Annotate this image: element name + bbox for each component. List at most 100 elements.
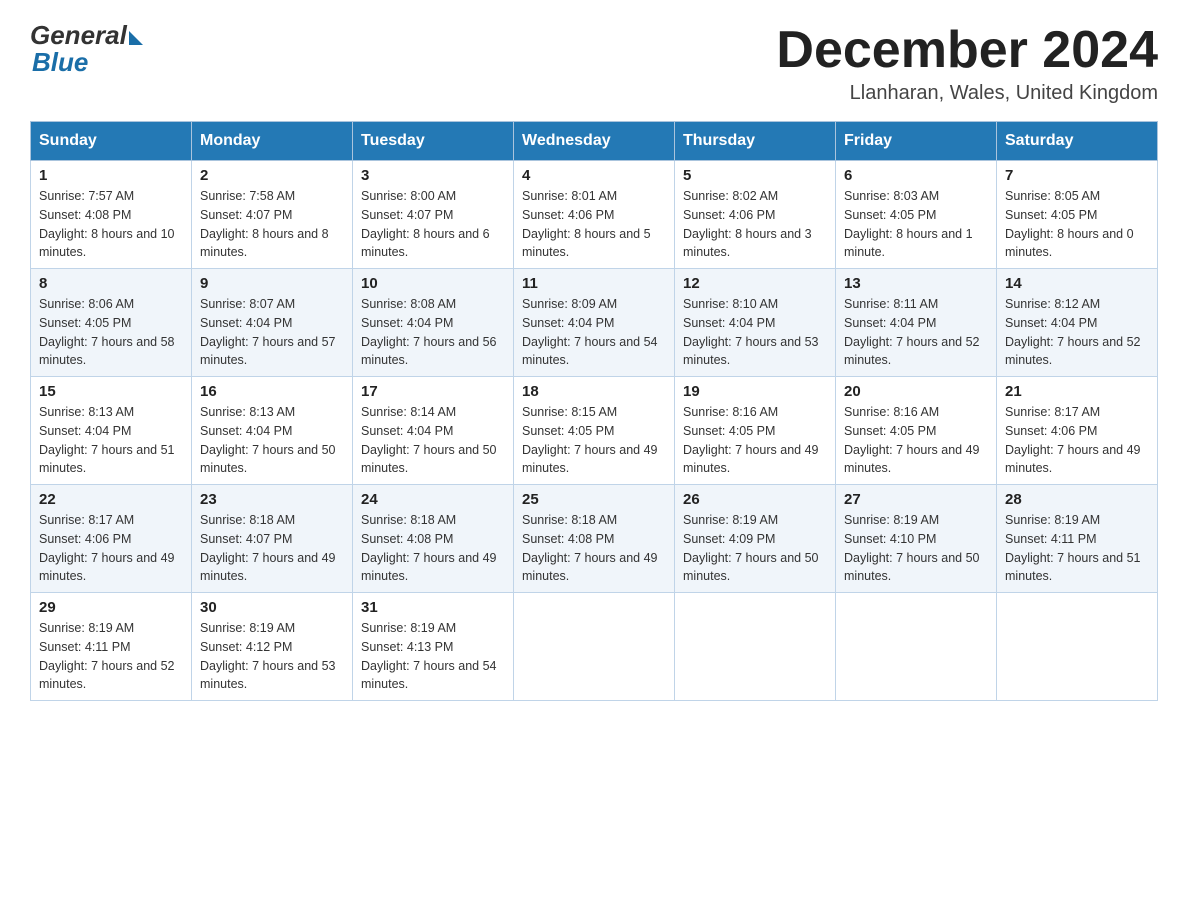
day-sun-info: Sunrise: 8:01 AMSunset: 4:06 PMDaylight:… (522, 187, 666, 262)
day-sun-info: Sunrise: 8:06 AMSunset: 4:05 PMDaylight:… (39, 295, 183, 370)
day-sun-info: Sunrise: 8:12 AMSunset: 4:04 PMDaylight:… (1005, 295, 1149, 370)
day-number: 11 (522, 275, 666, 292)
day-number: 26 (683, 491, 827, 508)
day-number: 27 (844, 491, 988, 508)
day-sun-info: Sunrise: 8:13 AMSunset: 4:04 PMDaylight:… (39, 403, 183, 478)
page-header: General Blue December 2024 Llanharan, Wa… (30, 20, 1158, 105)
day-sun-info: Sunrise: 8:17 AMSunset: 4:06 PMDaylight:… (39, 511, 183, 586)
calendar-cell: 23Sunrise: 8:18 AMSunset: 4:07 PMDayligh… (192, 485, 353, 593)
calendar-week-row: 1 Sunrise: 7:57 AMSunset: 4:08 PMDaylight… (31, 161, 1158, 269)
day-number: 4 (522, 167, 666, 184)
calendar-cell: 9 Sunrise: 8:07 AMSunset: 4:04 PMDaylight… (192, 269, 353, 377)
day-number: 14 (1005, 275, 1149, 292)
calendar-cell: 1 Sunrise: 7:57 AMSunset: 4:08 PMDaylight… (31, 161, 192, 269)
day-sun-info: Sunrise: 8:18 AMSunset: 4:08 PMDaylight:… (522, 511, 666, 586)
day-sun-info: Sunrise: 8:15 AMSunset: 4:05 PMDaylight:… (522, 403, 666, 478)
day-number: 6 (844, 167, 988, 184)
day-sun-info: Sunrise: 8:00 AMSunset: 4:07 PMDaylight:… (361, 187, 505, 262)
day-sun-info: Sunrise: 8:16 AMSunset: 4:05 PMDaylight:… (844, 403, 988, 478)
day-number: 2 (200, 167, 344, 184)
calendar-cell: 26 Sunrise: 8:19 AMSunset: 4:09 PMDayligh… (675, 485, 836, 593)
calendar-cell: 19 Sunrise: 8:16 AMSunset: 4:05 PMDayligh… (675, 377, 836, 485)
day-number: 22 (39, 491, 183, 508)
day-sun-info: Sunrise: 8:19 AMSunset: 4:13 PMDaylight:… (361, 619, 505, 694)
calendar-cell: 21Sunrise: 8:17 AMSunset: 4:06 PMDayligh… (997, 377, 1158, 485)
day-sun-info: Sunrise: 8:07 AMSunset: 4:04 PMDaylight:… (200, 295, 344, 370)
calendar-week-row: 15 Sunrise: 8:13 AMSunset: 4:04 PMDayligh… (31, 377, 1158, 485)
day-number: 30 (200, 599, 344, 616)
day-number: 16 (200, 383, 344, 400)
day-number: 15 (39, 383, 183, 400)
day-sun-info: Sunrise: 8:03 AMSunset: 4:05 PMDaylight:… (844, 187, 988, 262)
calendar-cell: 30 Sunrise: 8:19 AMSunset: 4:12 PMDayligh… (192, 593, 353, 701)
day-sun-info: Sunrise: 8:13 AMSunset: 4:04 PMDaylight:… (200, 403, 344, 478)
calendar-cell: 29 Sunrise: 8:19 AMSunset: 4:11 PMDayligh… (31, 593, 192, 701)
day-header-monday: Monday (192, 122, 353, 161)
calendar-cell: 25 Sunrise: 8:18 AMSunset: 4:08 PMDayligh… (514, 485, 675, 593)
calendar-cell: 24Sunrise: 8:18 AMSunset: 4:08 PMDayligh… (353, 485, 514, 593)
calendar-cell: 18 Sunrise: 8:15 AMSunset: 4:05 PMDayligh… (514, 377, 675, 485)
day-sun-info: Sunrise: 8:18 AMSunset: 4:07 PMDaylight:… (200, 511, 344, 586)
calendar-cell: 3Sunrise: 8:00 AMSunset: 4:07 PMDaylight… (353, 161, 514, 269)
day-header-thursday: Thursday (675, 122, 836, 161)
day-sun-info: Sunrise: 8:19 AMSunset: 4:09 PMDaylight:… (683, 511, 827, 586)
calendar-cell: 6 Sunrise: 8:03 AMSunset: 4:05 PMDaylight… (836, 161, 997, 269)
day-sun-info: Sunrise: 8:02 AMSunset: 4:06 PMDaylight:… (683, 187, 827, 262)
day-sun-info: Sunrise: 8:08 AMSunset: 4:04 PMDaylight:… (361, 295, 505, 370)
location-text: Llanharan, Wales, United Kingdom (776, 82, 1158, 105)
day-number: 25 (522, 491, 666, 508)
day-sun-info: Sunrise: 8:19 AMSunset: 4:12 PMDaylight:… (200, 619, 344, 694)
day-sun-info: Sunrise: 8:11 AMSunset: 4:04 PMDaylight:… (844, 295, 988, 370)
day-number: 29 (39, 599, 183, 616)
day-sun-info: Sunrise: 8:19 AMSunset: 4:11 PMDaylight:… (39, 619, 183, 694)
day-header-friday: Friday (836, 122, 997, 161)
day-sun-info: Sunrise: 8:10 AMSunset: 4:04 PMDaylight:… (683, 295, 827, 370)
calendar-cell: 17Sunrise: 8:14 AMSunset: 4:04 PMDayligh… (353, 377, 514, 485)
calendar-cell: 8 Sunrise: 8:06 AMSunset: 4:05 PMDaylight… (31, 269, 192, 377)
day-number: 9 (200, 275, 344, 292)
logo: General Blue (30, 20, 143, 78)
calendar-cell: 13 Sunrise: 8:11 AMSunset: 4:04 PMDayligh… (836, 269, 997, 377)
calendar-cell: 11Sunrise: 8:09 AMSunset: 4:04 PMDayligh… (514, 269, 675, 377)
month-title: December 2024 (776, 20, 1158, 80)
day-sun-info: Sunrise: 8:17 AMSunset: 4:06 PMDaylight:… (1005, 403, 1149, 478)
calendar-cell: 12 Sunrise: 8:10 AMSunset: 4:04 PMDayligh… (675, 269, 836, 377)
day-header-sunday: Sunday (31, 122, 192, 161)
day-sun-info: Sunrise: 8:16 AMSunset: 4:05 PMDaylight:… (683, 403, 827, 478)
day-number: 8 (39, 275, 183, 292)
calendar-cell: 22 Sunrise: 8:17 AMSunset: 4:06 PMDayligh… (31, 485, 192, 593)
day-number: 5 (683, 167, 827, 184)
calendar-cell: 10Sunrise: 8:08 AMSunset: 4:04 PMDayligh… (353, 269, 514, 377)
calendar-cell: 27Sunrise: 8:19 AMSunset: 4:10 PMDayligh… (836, 485, 997, 593)
day-number: 31 (361, 599, 505, 616)
day-sun-info: Sunrise: 7:58 AMSunset: 4:07 PMDaylight:… (200, 187, 344, 262)
day-number: 19 (683, 383, 827, 400)
day-number: 12 (683, 275, 827, 292)
logo-triangle-icon (129, 31, 143, 45)
day-number: 7 (1005, 167, 1149, 184)
day-number: 18 (522, 383, 666, 400)
calendar-week-row: 29 Sunrise: 8:19 AMSunset: 4:11 PMDayligh… (31, 593, 1158, 701)
calendar-week-row: 22 Sunrise: 8:17 AMSunset: 4:06 PMDayligh… (31, 485, 1158, 593)
day-header-saturday: Saturday (997, 122, 1158, 161)
calendar-header-row: SundayMondayTuesdayWednesdayThursdayFrid… (31, 122, 1158, 161)
calendar-cell (836, 593, 997, 701)
calendar-week-row: 8 Sunrise: 8:06 AMSunset: 4:05 PMDaylight… (31, 269, 1158, 377)
day-number: 13 (844, 275, 988, 292)
day-sun-info: Sunrise: 7:57 AMSunset: 4:08 PMDaylight:… (39, 187, 183, 262)
calendar-cell: 20Sunrise: 8:16 AMSunset: 4:05 PMDayligh… (836, 377, 997, 485)
day-number: 1 (39, 167, 183, 184)
day-number: 24 (361, 491, 505, 508)
calendar-cell (514, 593, 675, 701)
calendar-cell: 28Sunrise: 8:19 AMSunset: 4:11 PMDayligh… (997, 485, 1158, 593)
day-sun-info: Sunrise: 8:14 AMSunset: 4:04 PMDaylight:… (361, 403, 505, 478)
calendar-cell: 2 Sunrise: 7:58 AMSunset: 4:07 PMDaylight… (192, 161, 353, 269)
day-sun-info: Sunrise: 8:19 AMSunset: 4:11 PMDaylight:… (1005, 511, 1149, 586)
logo-blue-text: Blue (32, 47, 88, 78)
title-section: December 2024 Llanharan, Wales, United K… (776, 20, 1158, 105)
calendar-cell: 16 Sunrise: 8:13 AMSunset: 4:04 PMDayligh… (192, 377, 353, 485)
calendar-cell: 4 Sunrise: 8:01 AMSunset: 4:06 PMDaylight… (514, 161, 675, 269)
calendar-cell: 15 Sunrise: 8:13 AMSunset: 4:04 PMDayligh… (31, 377, 192, 485)
calendar-cell (997, 593, 1158, 701)
calendar-cell: 5 Sunrise: 8:02 AMSunset: 4:06 PMDaylight… (675, 161, 836, 269)
